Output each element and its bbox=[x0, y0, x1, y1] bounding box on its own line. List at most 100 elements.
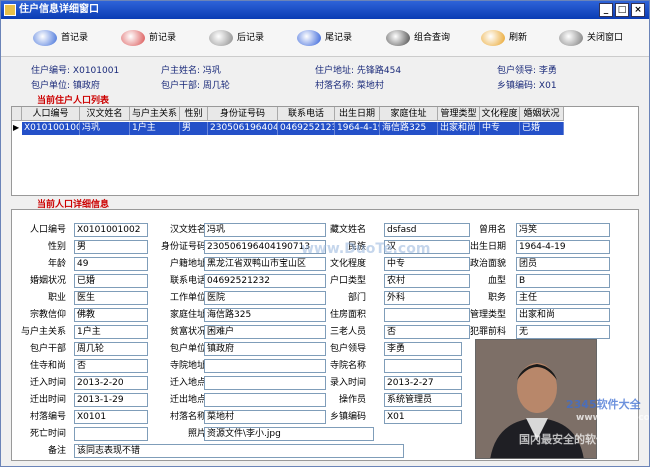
detail-field-value[interactable]: 该同志表现不错 bbox=[74, 444, 404, 458]
detail-field-value[interactable]: 黑龙江省双鸭山市宝山区 bbox=[204, 257, 326, 271]
detail-field-value[interactable]: 海信路325 bbox=[204, 308, 326, 322]
minimize-button[interactable]: _ bbox=[599, 3, 613, 17]
detail-field-value[interactable]: 否 bbox=[74, 359, 148, 373]
detail-field-label: 与户主关系 bbox=[20, 327, 66, 337]
detail-field-value[interactable]: 主任 bbox=[516, 291, 610, 305]
detail-field-value[interactable]: 无 bbox=[516, 325, 610, 339]
detail-field-value[interactable]: X0101 bbox=[74, 410, 148, 424]
detail-field-value[interactable]: 困难户 bbox=[204, 325, 326, 339]
detail-field-value[interactable]: 1964-4-19 bbox=[516, 240, 610, 254]
detail-field-label: 性别 bbox=[47, 242, 66, 252]
toolbar-button-4[interactable]: 组合查询 bbox=[384, 27, 450, 49]
grid-cell[interactable]: 04692521232 bbox=[278, 122, 335, 135]
grid-cell[interactable]: 中专 bbox=[480, 122, 520, 135]
row-selector-arrow[interactable]: ▶ bbox=[13, 123, 19, 132]
detail-field-label: 寺院地址 bbox=[169, 361, 206, 371]
grid-column-header[interactable]: 人口编号 bbox=[22, 107, 80, 121]
detail-field-label: 家庭住址 bbox=[169, 310, 206, 320]
toolbar-button-1[interactable]: 前记录 bbox=[119, 27, 176, 49]
grid-column-header[interactable]: 与户主关系 bbox=[130, 107, 180, 121]
detail-field-value[interactable]: B bbox=[516, 274, 610, 288]
detail-field-value[interactable] bbox=[384, 359, 462, 373]
detail-field-value[interactable]: 男 bbox=[74, 240, 148, 254]
detail-field-label: 犯罪前科 bbox=[469, 327, 506, 337]
detail-field-value[interactable] bbox=[204, 393, 326, 407]
detail-field-value[interactable]: 49 bbox=[74, 257, 148, 271]
detail-field-value[interactable]: 2013-1-29 bbox=[74, 393, 148, 407]
detail-field-value[interactable]: 镇政府 bbox=[204, 342, 326, 356]
detail-field-value[interactable]: 系统管理员 bbox=[384, 393, 462, 407]
toolbar-button-5[interactable]: 刷新 bbox=[479, 27, 527, 49]
watermark: www.DuoTe.com bbox=[576, 413, 650, 423]
household-info-r1-1: 户主姓名: 冯巩 bbox=[161, 63, 221, 76]
window-title: 住户信息详细窗口 bbox=[19, 4, 99, 15]
grid-cell[interactable]: 已婚 bbox=[520, 122, 564, 135]
detail-field-value[interactable]: 菜地村 bbox=[204, 410, 326, 424]
detail-field-value[interactable]: 04692521232 bbox=[204, 274, 326, 288]
detail-field-value[interactable]: 医生 bbox=[74, 291, 148, 305]
detail-field-label: 职业 bbox=[47, 293, 66, 303]
detail-field-value[interactable]: 团员 bbox=[516, 257, 610, 271]
detail-field-value[interactable]: 周几轮 bbox=[74, 342, 148, 356]
grid-cell[interactable]: 海信路325 bbox=[380, 122, 438, 135]
grid-cell[interactable]: 230506196404190713 bbox=[208, 122, 278, 135]
info-label: 户主姓名: bbox=[161, 66, 201, 76]
detail-field-label: 身份证号码 bbox=[160, 242, 206, 252]
detail-field-value[interactable]: 佛教 bbox=[74, 308, 148, 322]
query-icon bbox=[386, 30, 410, 46]
info-value: 先锋路454 bbox=[356, 66, 402, 76]
detail-field-label: 住房面积 bbox=[329, 310, 366, 320]
grid-column-header[interactable]: 文化程度 bbox=[480, 107, 520, 121]
detail-field-value[interactable] bbox=[204, 359, 326, 373]
toolbar-button-3[interactable]: 尾记录 bbox=[295, 27, 352, 49]
detail-field-value[interactable] bbox=[74, 427, 148, 441]
grid-column-header[interactable]: 身份证号码 bbox=[208, 107, 278, 121]
grid-column-header[interactable]: 管理类型 bbox=[438, 107, 480, 121]
info-value: 冯巩 bbox=[202, 66, 221, 76]
detail-field-value[interactable]: 资源文件\李小.jpg bbox=[204, 427, 374, 441]
grid-column-header[interactable]: 家庭住址 bbox=[380, 107, 438, 121]
maximize-button[interactable]: □ bbox=[615, 3, 629, 17]
toolbar-button-2[interactable]: 后记录 bbox=[207, 27, 264, 49]
detail-field-value[interactable]: 出家和尚 bbox=[516, 308, 610, 322]
toolbar: 首记录 前记录 后记录 尾记录 组合查询 刷新 关闭窗口 bbox=[1, 19, 649, 57]
info-value: 镇政府 bbox=[72, 81, 100, 91]
population-grid[interactable]: ▶人口编号X0101001002汉文姓名冯巩与户主关系1户主性别男身份证号码23… bbox=[11, 106, 639, 196]
grid-cell[interactable]: 1964-4-19 bbox=[335, 122, 380, 135]
detail-field-value[interactable]: X01 bbox=[384, 410, 462, 424]
detail-field-label: 迁出地点 bbox=[169, 395, 206, 405]
grid-cell[interactable]: 冯巩 bbox=[80, 122, 130, 135]
detail-field-label: 人口编号 bbox=[29, 225, 66, 235]
detail-field-value[interactable]: 2013-2-27 bbox=[384, 376, 462, 390]
toolbar-button-6[interactable]: 关闭窗口 bbox=[557, 27, 623, 49]
toolbar-button-0[interactable]: 首记录 bbox=[31, 27, 88, 49]
detail-field-label: 包户单位 bbox=[169, 344, 206, 354]
detail-field-label: 迁入地点 bbox=[169, 378, 206, 388]
info-label: 包户干部: bbox=[161, 81, 201, 91]
info-label: 住户编号: bbox=[31, 66, 71, 76]
detail-field-label: 曾用名 bbox=[478, 225, 506, 235]
grid-cell[interactable]: 男 bbox=[180, 122, 208, 135]
grid-column-header[interactable]: 性别 bbox=[180, 107, 208, 121]
title-bar[interactable]: 住户信息详细窗口 _ □ × bbox=[1, 1, 649, 19]
detail-field-value[interactable]: X0101001002 bbox=[74, 223, 148, 237]
household-info-r2-0: 包户单位: 镇政府 bbox=[31, 78, 100, 91]
grid-cell[interactable]: 出家和尚 bbox=[438, 122, 480, 135]
prev-record-icon bbox=[121, 30, 145, 46]
detail-field-value[interactable]: 已婚 bbox=[74, 274, 148, 288]
grid-column-header[interactable]: 婚姻状况 bbox=[520, 107, 564, 121]
detail-field-value[interactable]: 李勇 bbox=[384, 342, 462, 356]
grid-column-header[interactable]: 汉文姓名 bbox=[80, 107, 130, 121]
close-button[interactable]: × bbox=[631, 3, 645, 17]
grid-column-header[interactable]: 联系电话 bbox=[278, 107, 335, 121]
detail-field-value[interactable] bbox=[204, 376, 326, 390]
grid-cell[interactable]: 1户主 bbox=[130, 122, 180, 135]
detail-field-value[interactable]: 冯笑 bbox=[516, 223, 610, 237]
grid-column-header[interactable]: 出生日期 bbox=[335, 107, 380, 121]
detail-field-value[interactable]: 2013-2-20 bbox=[74, 376, 148, 390]
info-label: 包户单位: bbox=[31, 81, 71, 91]
detail-field-value[interactable]: 医院 bbox=[204, 291, 326, 305]
grid-cell[interactable]: X0101001002 bbox=[22, 122, 80, 135]
detail-field-value[interactable]: 1户主 bbox=[74, 325, 148, 339]
detail-field-value[interactable]: 冯巩 bbox=[204, 223, 326, 237]
